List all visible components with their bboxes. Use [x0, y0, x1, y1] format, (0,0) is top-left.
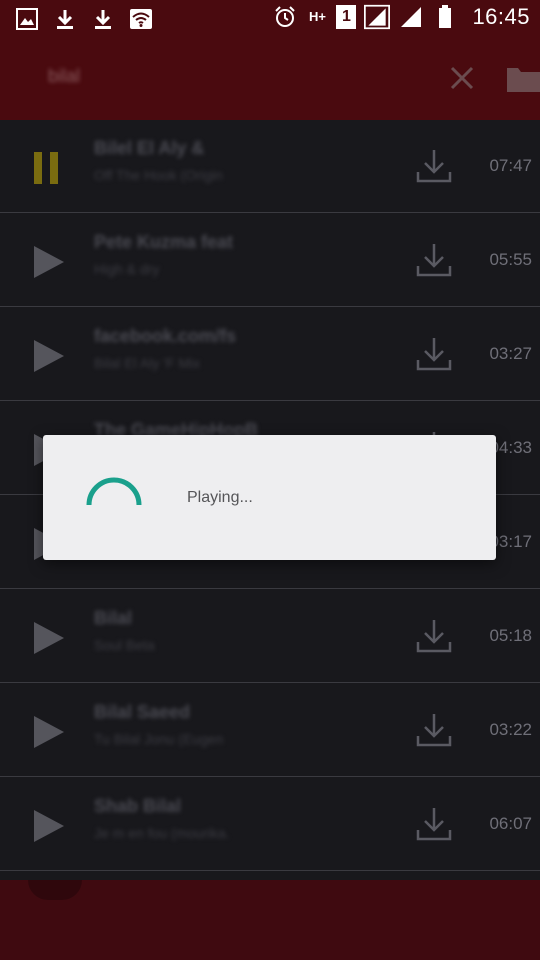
folder-button[interactable]: [505, 62, 540, 96]
search-query[interactable]: bilal: [48, 66, 80, 87]
play-icon[interactable]: [30, 808, 66, 844]
download-icon: [90, 6, 116, 32]
list-item[interactable]: facebook.com/fs Bilal El Aly 'F Mix 03:2…: [0, 308, 540, 401]
track-duration: 06:07: [489, 814, 532, 833]
clock: 16:45: [472, 4, 530, 29]
dialog-message: Playing...: [187, 489, 253, 506]
track-duration: 07:47: [489, 156, 532, 175]
track-title: Bilal Saeed: [94, 702, 191, 722]
close-button[interactable]: [446, 60, 478, 96]
list-item[interactable]: Bilel El Aly & Off The Hook (Origin 07:4…: [0, 120, 540, 213]
network-type: H+: [308, 9, 326, 24]
list-item[interactable]: Bilal Soul Beta 05:18: [0, 590, 540, 683]
track-title: facebook.com/fs: [94, 326, 237, 346]
list-item[interactable]: Bilal Saeed Tu Bilal Jonu (Eugen 03:22: [0, 684, 540, 777]
track-subtitle: Tu Bilal Jonu (Eugen: [94, 731, 224, 747]
track-title: Bilal: [94, 608, 133, 628]
list-item[interactable]: Shab Bilal Je m en fou (mourika. 06:07: [0, 778, 540, 871]
track-subtitle: Je m en fou (mourika.: [94, 825, 230, 841]
sim-slot-badge: 1: [336, 5, 357, 29]
track-subtitle: Off The Hook (Origin: [94, 167, 223, 183]
signal-icon: [364, 4, 391, 30]
play-icon[interactable]: [30, 338, 66, 374]
download-icon[interactable]: [414, 804, 454, 844]
download-icon[interactable]: [414, 146, 454, 186]
download-icon[interactable]: [414, 334, 454, 374]
loading-spinner-icon: [86, 477, 142, 506]
gallery-icon: [14, 6, 40, 32]
progress-dialog: Playing...: [43, 435, 496, 560]
download-icon[interactable]: [414, 710, 454, 750]
alarm-icon: [272, 4, 298, 30]
track-title: Shab Bilal: [94, 796, 182, 816]
track-duration: 05:55: [489, 250, 532, 269]
track-duration: 05:18: [489, 626, 532, 645]
play-icon[interactable]: [30, 714, 66, 750]
track-duration: 03:22: [489, 720, 532, 739]
bottom-bar: [0, 880, 540, 960]
app-toolbar: bilal: [0, 38, 540, 120]
track-duration: 03:27: [489, 344, 532, 363]
track-subtitle: Soul Beta: [94, 637, 155, 653]
play-icon[interactable]: [30, 244, 66, 280]
signal-icon: [398, 4, 424, 30]
status-bar: H+ 1 16:45: [0, 0, 540, 38]
close-icon: [450, 66, 474, 90]
play-icon[interactable]: [30, 620, 66, 656]
folder-icon: [507, 68, 540, 92]
battery-icon: [432, 4, 458, 30]
wifi-icon: [128, 6, 154, 32]
track-subtitle: Bilal El Aly 'F Mix: [94, 355, 201, 371]
download-icon[interactable]: [414, 240, 454, 280]
track-subtitle: High & dry: [94, 261, 160, 277]
track-title: Bilel El Aly &: [94, 138, 205, 158]
download-icon[interactable]: [414, 616, 454, 656]
track-title: Pete Kuzma feat: [94, 232, 234, 252]
list-item[interactable]: Pete Kuzma feat High & dry 05:55: [0, 214, 540, 307]
download-icon: [52, 6, 78, 32]
pause-icon[interactable]: [30, 150, 66, 186]
